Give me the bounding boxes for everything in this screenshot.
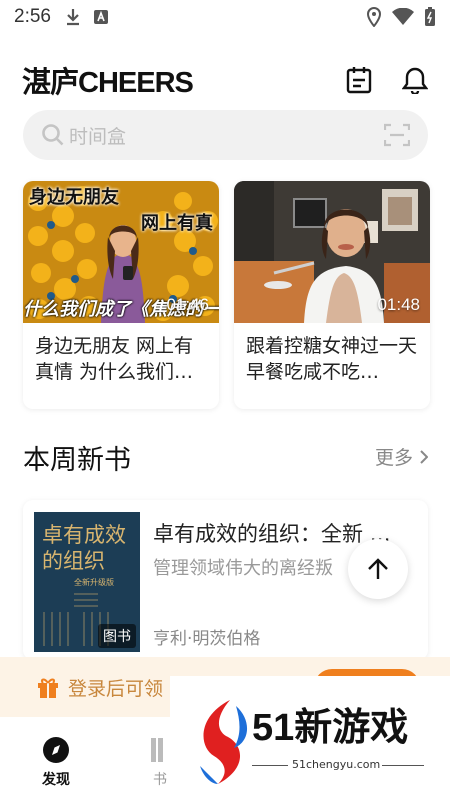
nav-label: 书	[153, 772, 167, 788]
compass-icon	[43, 737, 69, 763]
scan-icon[interactable]	[384, 123, 410, 147]
section-title: 本周新书	[23, 445, 131, 476]
download-icon	[66, 9, 79, 26]
wifi-icon	[392, 8, 414, 25]
gift-icon	[38, 678, 58, 698]
nav-label: 发现	[42, 772, 70, 788]
video-card[interactable]: 01:48 跟着控糖女神过一天 早餐吃咸不吃…	[234, 181, 430, 409]
scroll-to-top-button[interactable]	[348, 539, 408, 599]
more-label: 更多	[374, 447, 413, 469]
search-icon	[42, 124, 64, 146]
status-time: 2:56	[14, 6, 51, 27]
video-thumbnail[interactable]: 01:48	[234, 181, 430, 323]
book-cover[interactable]: 卓有成效的组织 全新升级版 图书	[34, 512, 140, 652]
chevron-right-icon	[420, 449, 428, 464]
bell-icon[interactable]	[402, 66, 428, 94]
watermark-divider	[252, 765, 288, 766]
thumbnail-caption: 身边无朋友	[29, 187, 119, 208]
arrow-up-icon	[368, 558, 388, 579]
video-duration: 01:46	[166, 295, 209, 314]
video-title[interactable]: 身边无朋友 网上有真情 为什么我们…	[23, 323, 219, 385]
thumbnail-caption: 网上有真	[141, 213, 213, 234]
status-bar: 2:56	[0, 0, 450, 34]
calendar-icon[interactable]	[346, 66, 372, 94]
book-description: 管理领域伟大的离经叛	[153, 558, 333, 579]
app-notification-icon	[93, 10, 108, 24]
watermark-divider	[382, 765, 424, 766]
watermark: 51新游戏 51chengyu.com	[170, 676, 450, 797]
more-link[interactable]: 更多	[375, 443, 428, 470]
login-banner-text: 登录后可领	[68, 677, 164, 700]
book-title[interactable]: 卓有成效的组织：全新 …	[153, 518, 391, 548]
book-author: 亨利·明茨伯格	[153, 629, 261, 649]
search-input[interactable]: 时间盒	[69, 122, 126, 149]
app-header: 湛庐CHEERS	[22, 62, 428, 99]
battery-icon	[425, 7, 435, 26]
video-title[interactable]: 跟着控糖女神过一天 早餐吃咸不吃…	[234, 323, 430, 385]
app-logo: 湛庐CHEERS	[22, 67, 194, 99]
location-icon	[366, 7, 382, 27]
watermark-logo-icon	[200, 700, 248, 784]
video-card[interactable]: 身边无朋友 网上有真 什么我们成了《焦虑的一 01:46 身边无朋友 网上有真情…	[23, 181, 219, 409]
video-thumbnail[interactable]: 身边无朋友 网上有真 什么我们成了《焦虑的一 01:46	[23, 181, 219, 323]
search-bar[interactable]: 时间盒	[23, 110, 428, 160]
watermark-url: 51chengyu.com	[292, 758, 381, 771]
video-duration: 01:48	[377, 295, 420, 314]
nav-item-discover[interactable]: 发现	[26, 735, 86, 789]
book-type-badge: 图书	[98, 624, 136, 648]
watermark-text: 51新游戏	[252, 707, 409, 749]
